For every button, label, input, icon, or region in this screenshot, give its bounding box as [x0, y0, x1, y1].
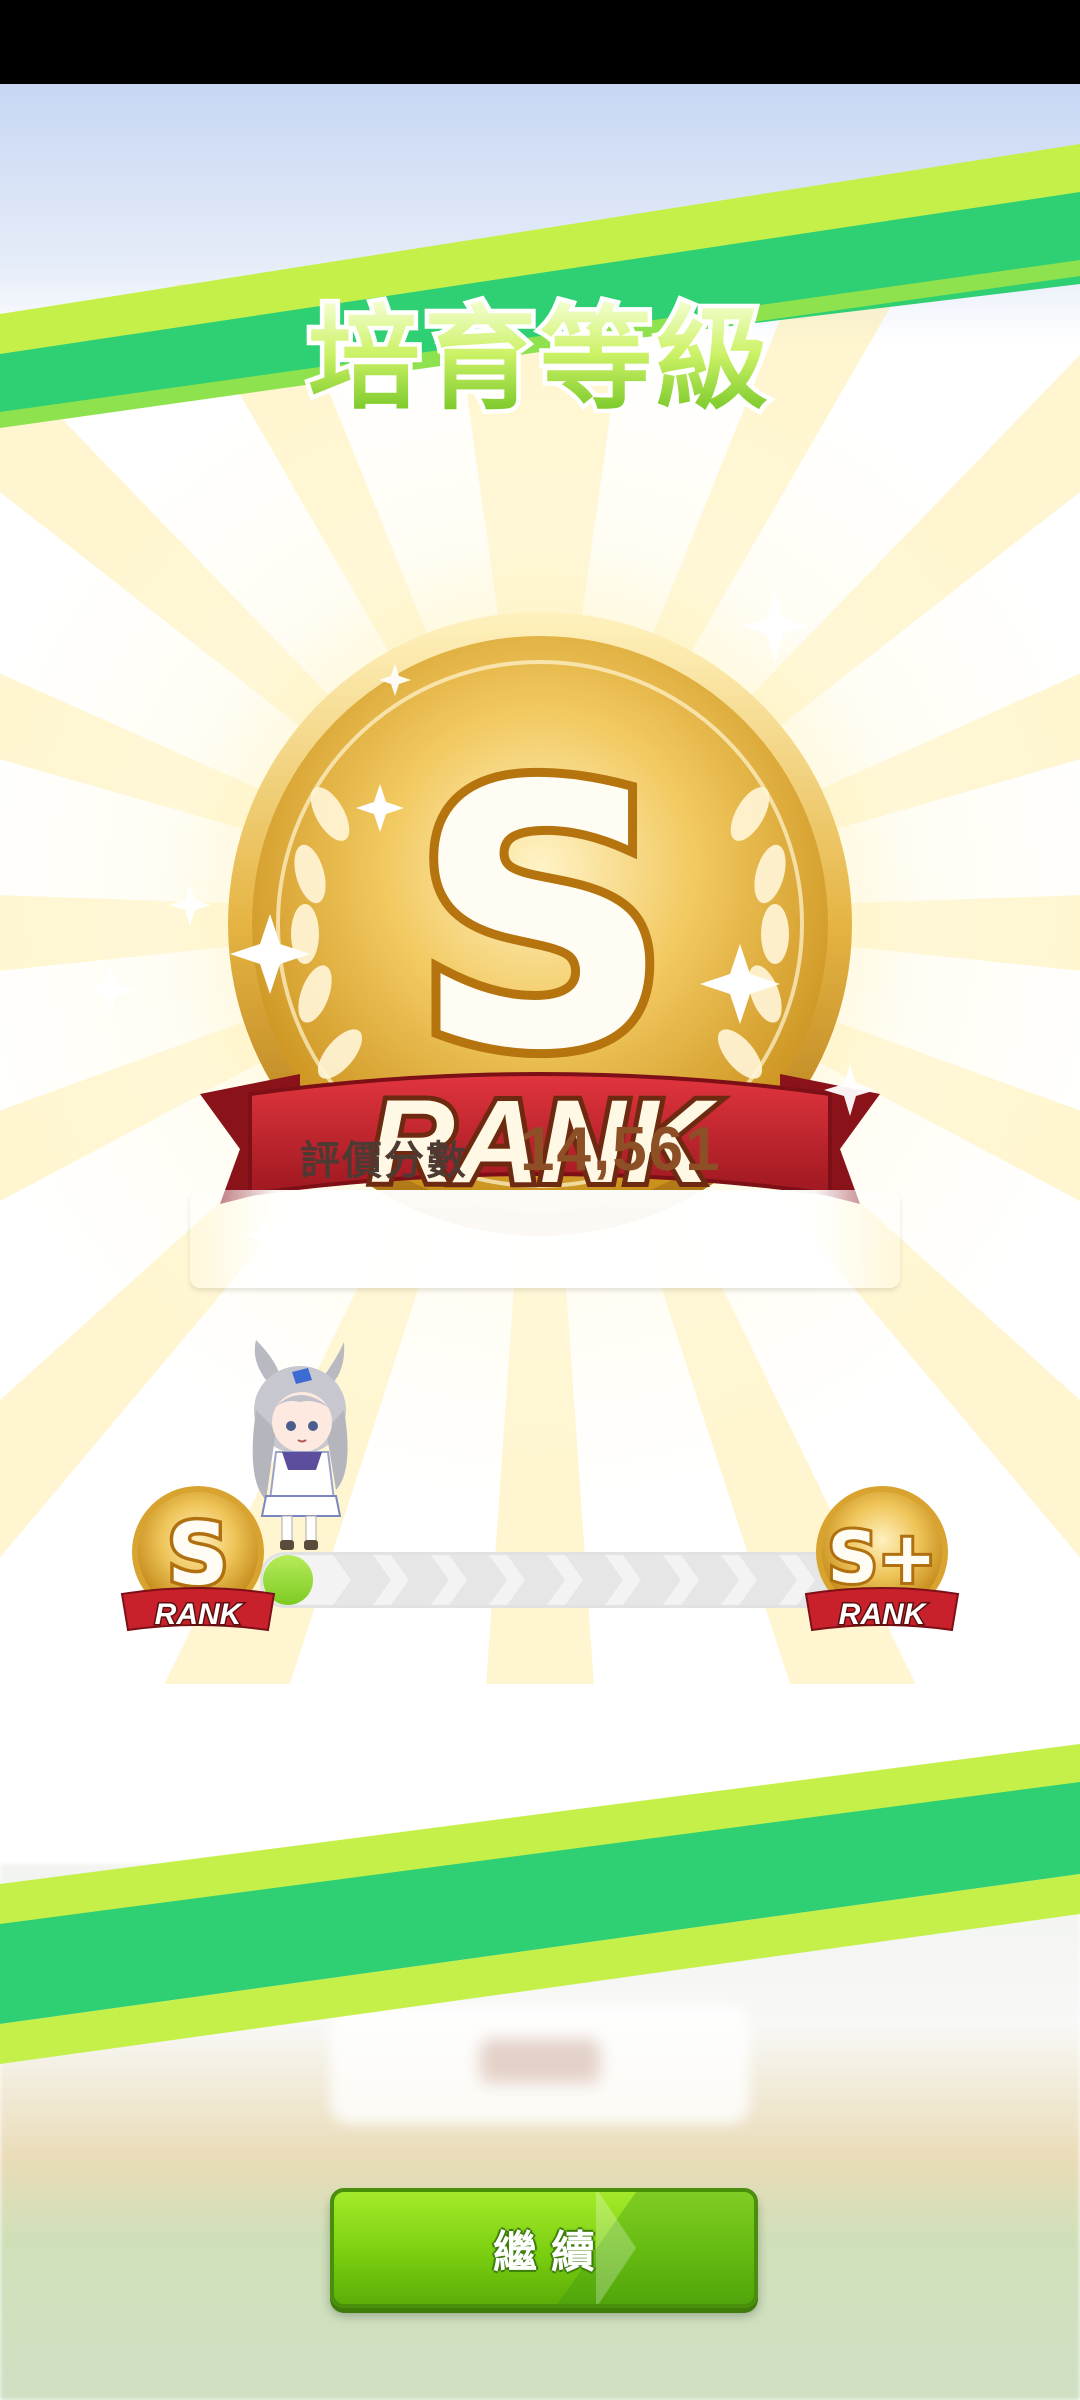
progress-chevron-icon [449, 1555, 507, 1605]
continue-button[interactable]: 繼續 [330, 2188, 758, 2308]
sparkle-icon [740, 589, 810, 664]
progress-chevron-icon [623, 1555, 681, 1605]
next-rank-letter: S+ [827, 1517, 936, 1599]
next-rank-badge: S+ RANK [804, 1486, 960, 1633]
title-banner: 培育等級 [304, 293, 773, 427]
page-title: 培育等級 [308, 297, 772, 422]
status-bar [0, 0, 1080, 84]
progress-chevron-icon [681, 1555, 739, 1605]
score-value: 14,561 [520, 1115, 722, 1184]
sparkle-icon [824, 1064, 876, 1116]
progress-chevron-icon [507, 1555, 565, 1605]
next-rank-label: RANK [839, 1598, 928, 1631]
progress-bar [260, 1552, 846, 1608]
progress-chevron-icon [391, 1555, 449, 1605]
progress-chevron-icon [333, 1555, 391, 1605]
score-label: 評價分數 [300, 1139, 468, 1183]
progress-chevron-icon [565, 1555, 623, 1605]
current-rank-badge: S RANK [120, 1486, 276, 1633]
result-screen: 培育等級 S RANK [0, 84, 1080, 2400]
current-rank-label: RANK [155, 1598, 244, 1631]
bottom-stripes [0, 1744, 1080, 2064]
sparkle-icon [84, 964, 136, 1016]
sparkle-icon [169, 884, 211, 926]
continue-label: 繼續 [493, 2228, 609, 2277]
sparkle-icon [379, 664, 411, 696]
score-plate [190, 1190, 900, 1288]
progress-chevron-icon [739, 1555, 797, 1605]
